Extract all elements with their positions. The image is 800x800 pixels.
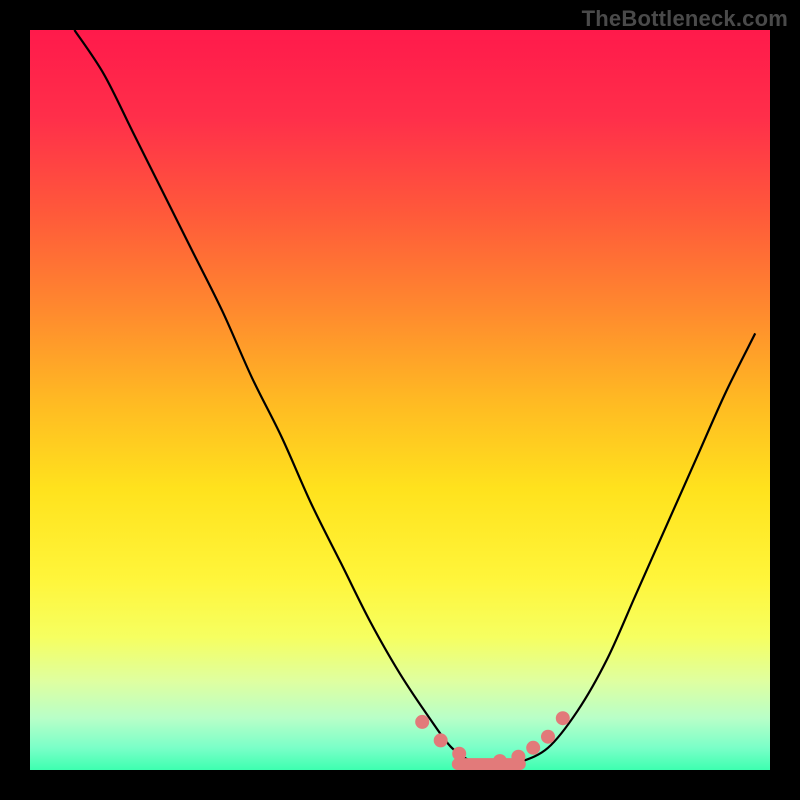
optimal-zone-dot xyxy=(511,750,525,764)
watermark-text: TheBottleneck.com xyxy=(582,6,788,32)
optimal-zone-dot xyxy=(526,741,540,755)
bottleneck-chart xyxy=(30,30,770,770)
optimal-zone-dot xyxy=(415,715,429,729)
gradient-background xyxy=(30,30,770,770)
chart-frame: TheBottleneck.com xyxy=(0,0,800,800)
optimal-zone-dot xyxy=(434,733,448,747)
optimal-zone-dot xyxy=(493,754,507,768)
optimal-zone-dot xyxy=(452,747,466,761)
chart-svg xyxy=(30,30,770,770)
optimal-zone-dot xyxy=(556,711,570,725)
optimal-zone-dot xyxy=(541,730,555,744)
